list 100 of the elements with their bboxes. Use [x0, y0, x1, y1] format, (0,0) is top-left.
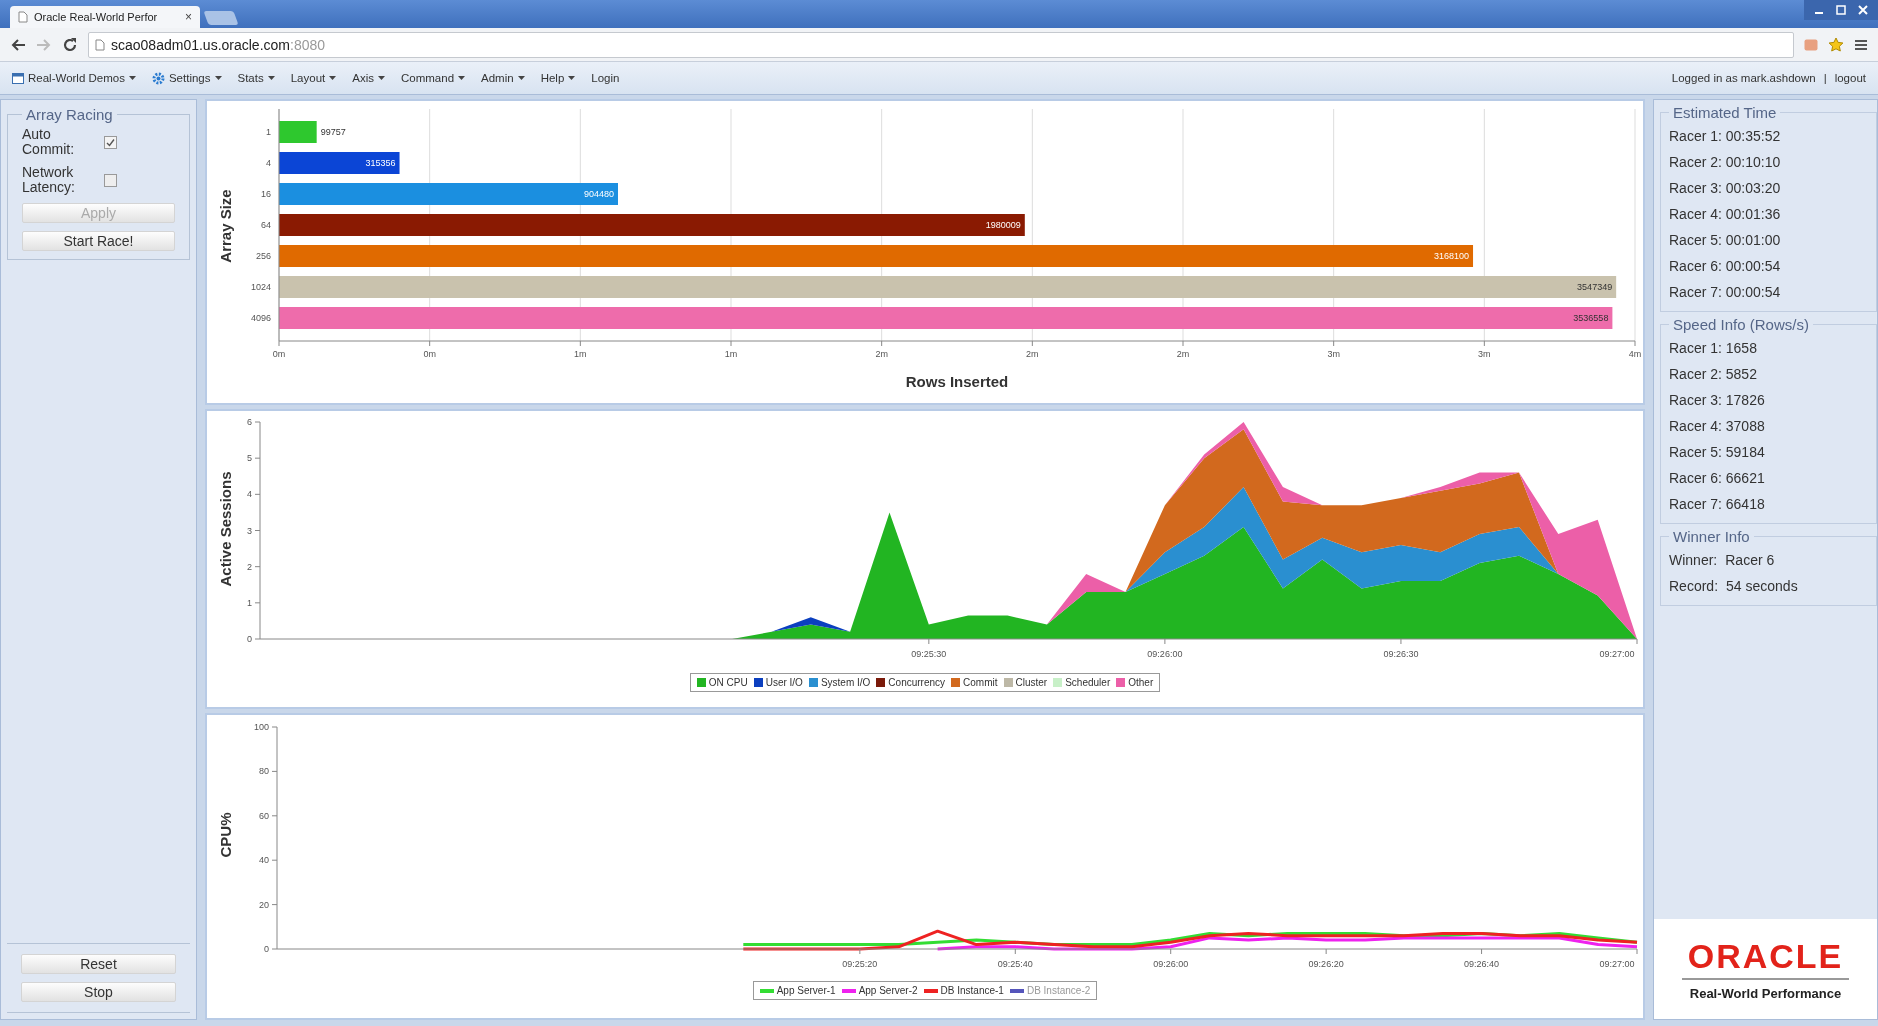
browser-tab[interactable]: Oracle Real-World Perfor × [10, 6, 200, 28]
panel-button[interactable]: Start Race! [22, 231, 175, 251]
tick-label: 4 [266, 158, 271, 168]
legend-label[interactable]: Commit [963, 677, 998, 688]
menu-item[interactable]: Admin [481, 72, 514, 84]
address-field[interactable]: scao08adm01.us.oracle.com:8080 [88, 31, 1794, 58]
group-title: Estimated Time [1672, 104, 1778, 121]
legend-label[interactable]: Concurrency [888, 677, 946, 688]
menu-item[interactable]: Layout [290, 72, 326, 84]
info-text: Racer 4: 37088 [1669, 417, 1766, 436]
tick-label: 4096 [250, 313, 271, 323]
info-text: Racer 5: 59184 [1669, 443, 1766, 462]
info-text: Racer 3: 17826 [1669, 391, 1766, 410]
tab-title: Oracle Real-World Perfor [34, 11, 159, 23]
panel-button[interactable]: Reset [21, 954, 176, 974]
tick-label: 64 [261, 220, 271, 230]
checkbox[interactable] [104, 173, 117, 187]
logout-link[interactable]: logout [1834, 72, 1866, 84]
axis-title: Active Sessions [217, 471, 234, 587]
back-icon[interactable] [10, 37, 26, 52]
panel-button[interactable]: Stop [21, 982, 176, 1002]
legend-label[interactable]: System I/O [820, 677, 871, 688]
option-label: Auto Commit: [22, 127, 76, 157]
menu-item[interactable]: Real-World Demos [28, 72, 125, 84]
tick-label: 09:26:00 [1147, 649, 1183, 659]
info-text: Racer 6: 00:00:54 [1669, 257, 1782, 276]
page-icon [12, 72, 24, 84]
info-text: Racer 5: 00:01:00 [1669, 231, 1782, 250]
tick-label: 09:25:40 [997, 959, 1033, 969]
group-title: Winner Info [1672, 528, 1751, 545]
tick-label: 0m [423, 349, 436, 359]
legend-label[interactable]: ON CPU [708, 677, 748, 688]
value-label: 3547349 [1577, 282, 1613, 292]
star-icon[interactable] [1828, 36, 1844, 53]
close-icon[interactable]: × [185, 10, 192, 24]
tick-label: 100 [253, 722, 269, 732]
tick-label: 40 [259, 855, 269, 866]
value-label: 3536558 [1573, 313, 1609, 323]
info-value: Racer 6 [1725, 551, 1775, 570]
tick-label: 6 [247, 417, 252, 427]
tick-label: 80 [259, 766, 269, 777]
tick-label: 1024 [250, 282, 271, 292]
menu-item[interactable]: Axis [352, 72, 374, 84]
value-label: 1980009 [985, 220, 1021, 230]
separator: | [1823, 72, 1827, 84]
checkbox[interactable] [104, 135, 117, 149]
brand-tagline: Real-World Performance [1689, 986, 1842, 1001]
value-label: 904480 [583, 189, 614, 199]
tick-label: 09:26:40 [1464, 959, 1500, 969]
login-status: Logged in as mark.ashdown [1671, 72, 1816, 84]
tick-label: 09:25:20 [842, 959, 878, 969]
new-tab-button[interactable] [203, 11, 239, 25]
tick-label: 3 [247, 525, 252, 536]
info-text: Racer 7: 00:00:54 [1669, 283, 1782, 302]
group-title: Array Racing [25, 106, 114, 123]
tick-label: 1 [266, 127, 271, 137]
tick-label: 09:26:20 [1308, 959, 1344, 969]
menu-icon[interactable] [1854, 37, 1868, 52]
close-icon[interactable] [1858, 5, 1868, 15]
tick-label: 60 [259, 810, 269, 821]
tick-label: 5 [247, 453, 252, 464]
url-text: scao08adm01.us.oracle.com:8080 [111, 36, 326, 53]
group-title: Speed Info (Rows/s) [1672, 316, 1810, 333]
legend-label[interactable]: App Server-2 [858, 985, 918, 996]
tick-label: 4 [247, 489, 252, 500]
gear-icon [151, 71, 165, 85]
tick-label: 0 [264, 944, 269, 954]
tick-label: 1m [574, 349, 587, 359]
tick-label: 09:25:30 [911, 649, 947, 659]
tick-label: 256 [255, 251, 271, 261]
legend-label[interactable]: DB Instance-1 [940, 985, 1004, 996]
legend-label[interactable]: Other [1128, 677, 1154, 688]
tick-label: 1m [724, 349, 738, 359]
tick-label: 3m [1478, 349, 1491, 359]
menu-item[interactable]: Help [540, 72, 565, 84]
info-text: Racer 1: 00:35:52 [1669, 127, 1782, 146]
tick-label: 0m [272, 349, 286, 359]
tick-label: 2 [247, 561, 252, 572]
axis-title: CPU% [217, 812, 234, 858]
info-value: 54 seconds [1726, 577, 1798, 596]
legend-label[interactable]: User I/O [765, 677, 803, 688]
legend-label[interactable]: App Server-1 [776, 985, 836, 996]
maximize-icon[interactable] [1836, 5, 1846, 15]
tick-label: 2m [1026, 349, 1039, 359]
legend-label[interactable]: Cluster [1015, 677, 1048, 688]
tick-label: 09:27:00 [1599, 959, 1635, 969]
value-label: 315356 [365, 158, 396, 168]
legend-label[interactable]: Scheduler [1065, 677, 1111, 688]
tick-label: 3m [1327, 349, 1340, 359]
menu-item[interactable]: Command [401, 72, 455, 84]
info-label: Record: [1669, 577, 1719, 596]
menu-item[interactable]: Settings [168, 72, 211, 84]
option-label: Network Latency: [22, 165, 76, 195]
menu-item[interactable]: Stats [237, 72, 264, 84]
info-text: Racer 7: 66418 [1669, 495, 1766, 514]
info-text: Racer 1: 1658 [1669, 339, 1758, 358]
menu-item[interactable]: Login [591, 72, 620, 84]
reload-icon[interactable] [62, 36, 78, 53]
brand-name: ORACLE [1681, 937, 1850, 980]
tick-label: 16 [261, 189, 271, 199]
